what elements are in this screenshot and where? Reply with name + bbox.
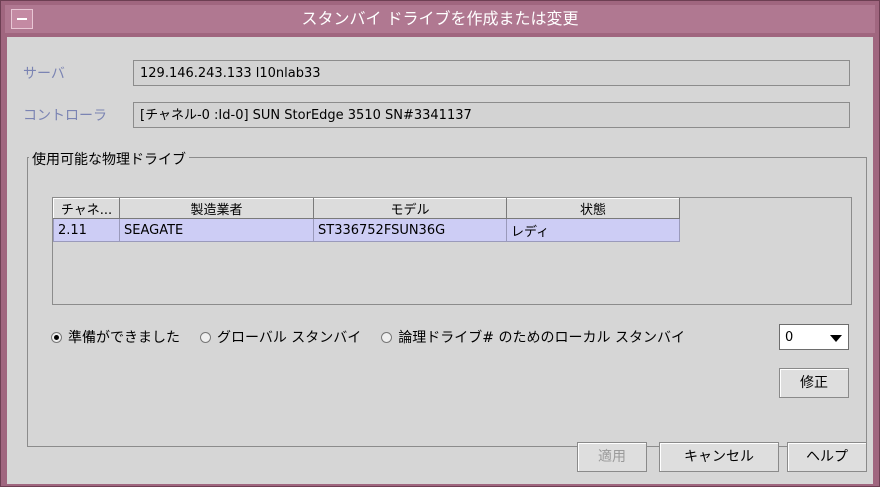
- logical-drive-select[interactable]: 0: [779, 324, 849, 350]
- table-cell: レディ: [506, 218, 680, 242]
- table-header-row: チャネ... 製造業者 モデル 状態: [53, 198, 680, 219]
- dialog-content: サーバ 129.146.243.133 l10nlab33 コントローラ [チャ…: [7, 37, 873, 484]
- controller-label: コントローラ: [23, 108, 107, 124]
- server-label: サーバ: [23, 66, 65, 82]
- available-drives-title: 使用可能な物理ドライブ: [29, 149, 189, 169]
- help-button[interactable]: ヘルプ: [787, 442, 867, 472]
- column-header-status[interactable]: 状態: [506, 198, 680, 219]
- column-header-model[interactable]: モデル: [313, 198, 507, 219]
- radio-local[interactable]: 論理ドライブ# のためのローカル スタンバイ: [381, 327, 685, 347]
- chevron-down-icon[interactable]: [830, 335, 842, 342]
- drives-table[interactable]: チャネ... 製造業者 モデル 状態 2.11 SEAGATE ST336752…: [53, 198, 680, 242]
- dialog-window: スタンバイ ドライブを作成または変更 サーバ 129.146.243.133 l…: [0, 0, 880, 487]
- radio-global[interactable]: グローバル スタンバイ: [200, 327, 361, 347]
- column-header-channel[interactable]: チャネ...: [53, 198, 120, 219]
- table-cell: ST336752FSUN36G: [313, 218, 507, 242]
- logical-drive-value: 0: [785, 330, 794, 345]
- radio-unselected-icon[interactable]: [381, 331, 393, 343]
- apply-button[interactable]: 適用: [577, 442, 647, 472]
- table-row[interactable]: 2.11 SEAGATE ST336752FSUN36G レディ: [53, 218, 680, 242]
- title-bar[interactable]: スタンバイ ドライブを作成または変更: [5, 5, 875, 33]
- column-header-manufacturer[interactable]: 製造業者: [119, 198, 314, 219]
- table-cell: 2.11: [53, 218, 120, 242]
- radio-ready-label: 準備ができました: [68, 330, 180, 346]
- server-field: 129.146.243.133 l10nlab33: [133, 60, 850, 86]
- table-cell: SEAGATE: [119, 218, 314, 242]
- radio-selected-icon[interactable]: [51, 331, 62, 343]
- cancel-button[interactable]: キャンセル: [659, 442, 779, 472]
- controller-field: [チャネル-0 :Id-0] SUN StorEdge 3510 SN#3341…: [133, 102, 850, 128]
- standby-options: 準備ができました グローバル スタンバイ 論理ドライブ# のためのローカル スタ…: [51, 327, 685, 347]
- radio-global-label: グローバル スタンバイ: [217, 330, 362, 346]
- dialog-title: スタンバイ ドライブを作成または変更: [301, 9, 579, 28]
- radio-local-label: 論理ドライブ# のためのローカル スタンバイ: [398, 330, 685, 346]
- radio-ready[interactable]: 準備ができました: [51, 327, 180, 347]
- radio-unselected-icon[interactable]: [200, 331, 211, 343]
- modify-button[interactable]: 修正: [779, 368, 849, 398]
